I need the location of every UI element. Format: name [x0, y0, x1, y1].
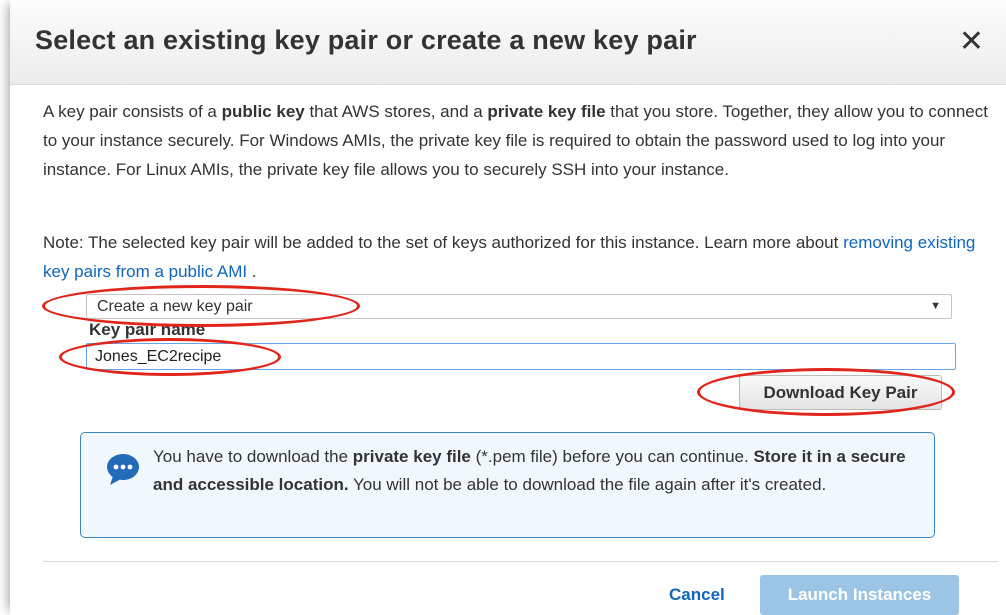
- info-text-1: You have to download the: [153, 447, 353, 466]
- note-suffix: .: [247, 262, 257, 281]
- note-text: Note: The selected key pair will be adde…: [43, 233, 844, 252]
- key-pair-select[interactable]: Create a new key pair ▼: [86, 294, 952, 319]
- key-pair-name-label: Key pair name: [89, 320, 206, 339]
- intro-bold-public-key: public key: [221, 102, 305, 121]
- info-message: You have to download the private key fil…: [153, 443, 923, 499]
- info-box: You have to download the private key fil…: [80, 432, 935, 538]
- launch-instances-button[interactable]: Launch Instances: [760, 575, 959, 615]
- download-key-pair-button[interactable]: Download Key Pair: [739, 375, 942, 410]
- speech-bubble-icon: [107, 454, 139, 485]
- dialog-title: Select an existing key pair or create a …: [35, 25, 697, 55]
- key-pair-name-input[interactable]: [86, 343, 956, 370]
- cancel-button[interactable]: Cancel: [669, 585, 725, 605]
- intro-paragraph: A key pair consists of a public key that…: [43, 97, 998, 184]
- intro-bold-private-key-file: private key file: [487, 102, 606, 121]
- key-pair-select-value: Create a new key pair: [97, 298, 253, 315]
- close-icon[interactable]: ✕: [959, 24, 984, 60]
- info-text-2: (*.pem file) before you can continue.: [470, 447, 754, 466]
- info-bold-private-key-file: private key file: [352, 447, 471, 466]
- info-text-3: You will not be able to download the fil…: [348, 475, 827, 494]
- footer-divider: [43, 561, 998, 562]
- intro-text-1: A key pair consists of a: [43, 102, 222, 121]
- intro-text-2: that AWS stores, and a: [304, 102, 488, 121]
- dropdown-arrow-icon: ▼: [930, 300, 941, 312]
- key-pair-dialog: Select an existing key pair or create a …: [10, 0, 1006, 615]
- dialog-header: Select an existing key pair or create a …: [10, 0, 1006, 85]
- note-paragraph: Note: The selected key pair will be adde…: [43, 228, 998, 286]
